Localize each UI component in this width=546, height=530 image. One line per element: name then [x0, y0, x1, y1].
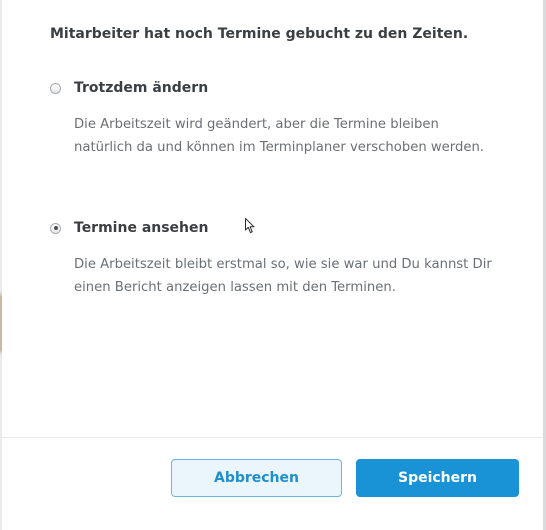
radio-view-appointments[interactable]	[50, 222, 61, 234]
dialog-heading: Mitarbeiter hat noch Termine gebucht zu …	[50, 26, 469, 42]
save-button[interactable]: Speichern	[356, 459, 519, 497]
option-change-anyway-row[interactable]: Trotzdem ändern	[50, 78, 490, 98]
cancel-button[interactable]: Abbrechen	[171, 459, 342, 497]
option-change-anyway-label[interactable]: Trotzdem ändern	[74, 80, 208, 96]
radio-change-anyway[interactable]	[50, 82, 61, 94]
option-view-appointments-label[interactable]: Termine ansehen	[74, 220, 208, 236]
dialog-footer: Abbrechen Speichern	[0, 437, 543, 530]
option-view-appointments: Termine ansehen Die Arbeitszeit bleibt e…	[50, 218, 492, 299]
dialog-body: Mitarbeiter hat noch Termine gebucht zu …	[0, 0, 543, 437]
conflict-dialog: Mitarbeiter hat noch Termine gebucht zu …	[0, 0, 546, 530]
option-view-appointments-description: Die Arbeitszeit bleibt erstmal so, wie s…	[74, 257, 492, 295]
option-view-appointments-row[interactable]: Termine ansehen	[50, 218, 490, 238]
mouse-cursor-icon	[245, 218, 255, 234]
option-change-anyway-description: Die Arbeitszeit wird geändert, aber die …	[74, 117, 484, 155]
option-change-anyway: Trotzdem ändern Die Arbeitszeit wird geä…	[50, 78, 490, 159]
